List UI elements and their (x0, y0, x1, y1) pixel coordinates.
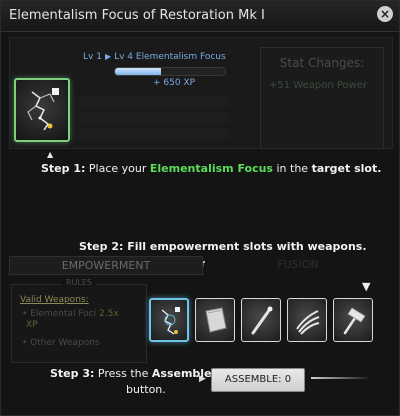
empowerment-slot[interactable] (287, 298, 327, 342)
empowerment-slot[interactable] (241, 298, 281, 342)
stat-change-line: +51 Weapon Power (269, 80, 368, 91)
target-item-name: Elementalism Focus (135, 52, 226, 62)
xp-bar (114, 67, 226, 76)
focus-item-icon (27, 88, 59, 131)
rule-item: • Elemental Foci 2.5x (22, 309, 119, 319)
rule-item-bonus: 2.5x (99, 309, 119, 319)
faded-stat-row (79, 97, 229, 107)
target-slot[interactable] (14, 78, 70, 142)
rules-title-text: RULES (61, 278, 96, 287)
step3-text-a: Press the (94, 367, 152, 380)
step1-text-b: in the (272, 162, 312, 175)
empowerment-slot[interactable] (149, 298, 189, 342)
step3-instruction: Step 3: Press the Assemble (50, 367, 212, 380)
empowerment-slots (149, 298, 375, 346)
empowerment-slot[interactable] (195, 298, 235, 342)
tab-empowerment[interactable]: EMPOWERMENT (9, 256, 203, 275)
focus-item-icon (161, 307, 180, 335)
triangle-down-icon: ▼ (362, 280, 371, 293)
xp-gain: + 650 XP (153, 78, 196, 88)
button-decoration (311, 377, 371, 379)
claw-icon (296, 310, 320, 335)
rules-panel: RULES Valid Weapons: • Elemental Foci 2.… (11, 278, 147, 363)
step1-highlight: Elementalism Focus (149, 162, 273, 175)
stat-changes-panel: Stat Changes: +51 Weapon Power (260, 47, 384, 149)
triangle-up-icon: ▲ (47, 150, 54, 159)
step1-period: . (377, 162, 382, 175)
xp-bar-fill (115, 68, 162, 75)
rule-item: • Other Weapons (22, 338, 100, 348)
empowerment-slot[interactable] (333, 298, 373, 342)
tab-bar: EMPOWERMENT FUSION (9, 256, 391, 275)
step1-text-a: Place your (85, 162, 150, 175)
valid-weapons-label: Valid Weapons: (20, 295, 89, 305)
step1-target-slot: target slot (311, 162, 378, 175)
tab-fusion[interactable]: FUSION (205, 256, 391, 273)
faded-stat-row (79, 129, 229, 139)
arrow-right-icon: ▶ (104, 52, 112, 61)
level-to: Lv 4 (114, 52, 134, 62)
arrow-right-icon: ▶ (199, 374, 206, 384)
tome-icon (205, 307, 227, 333)
close-icon[interactable]: × (377, 6, 393, 22)
level-progress: Lv 1 ▶ Lv 4 Elementalism Focus (83, 52, 243, 62)
window-title: Elementalism Focus of Restoration Mk I (9, 8, 265, 23)
staff-icon (251, 306, 273, 335)
level-from: Lv 1 (83, 52, 102, 62)
step1-instruction: Step 1: Place your Elementalism Focus in… (41, 162, 381, 175)
crafting-window: Elementalism Focus of Restoration Mk I ×… (0, 0, 400, 416)
step3-prefix: Step 3: (50, 367, 95, 380)
step3-instruction-line2: button. (126, 383, 166, 396)
rules-title: RULES (12, 278, 146, 287)
rule-item-cont: XP (26, 320, 38, 330)
title-bar[interactable]: Elementalism Focus of Restoration Mk I × (1, 1, 399, 32)
stat-changes-title: Stat Changes: (279, 56, 365, 70)
step1-prefix: Step 1: (41, 162, 86, 175)
faded-stat-row (79, 113, 229, 123)
assemble-button[interactable]: ASSEMBLE: 0 (211, 368, 305, 392)
hammer-icon (343, 307, 366, 335)
rule-item-name: • Elemental Foci (22, 309, 97, 319)
rule-item-bonus-unit: XP (26, 320, 38, 330)
